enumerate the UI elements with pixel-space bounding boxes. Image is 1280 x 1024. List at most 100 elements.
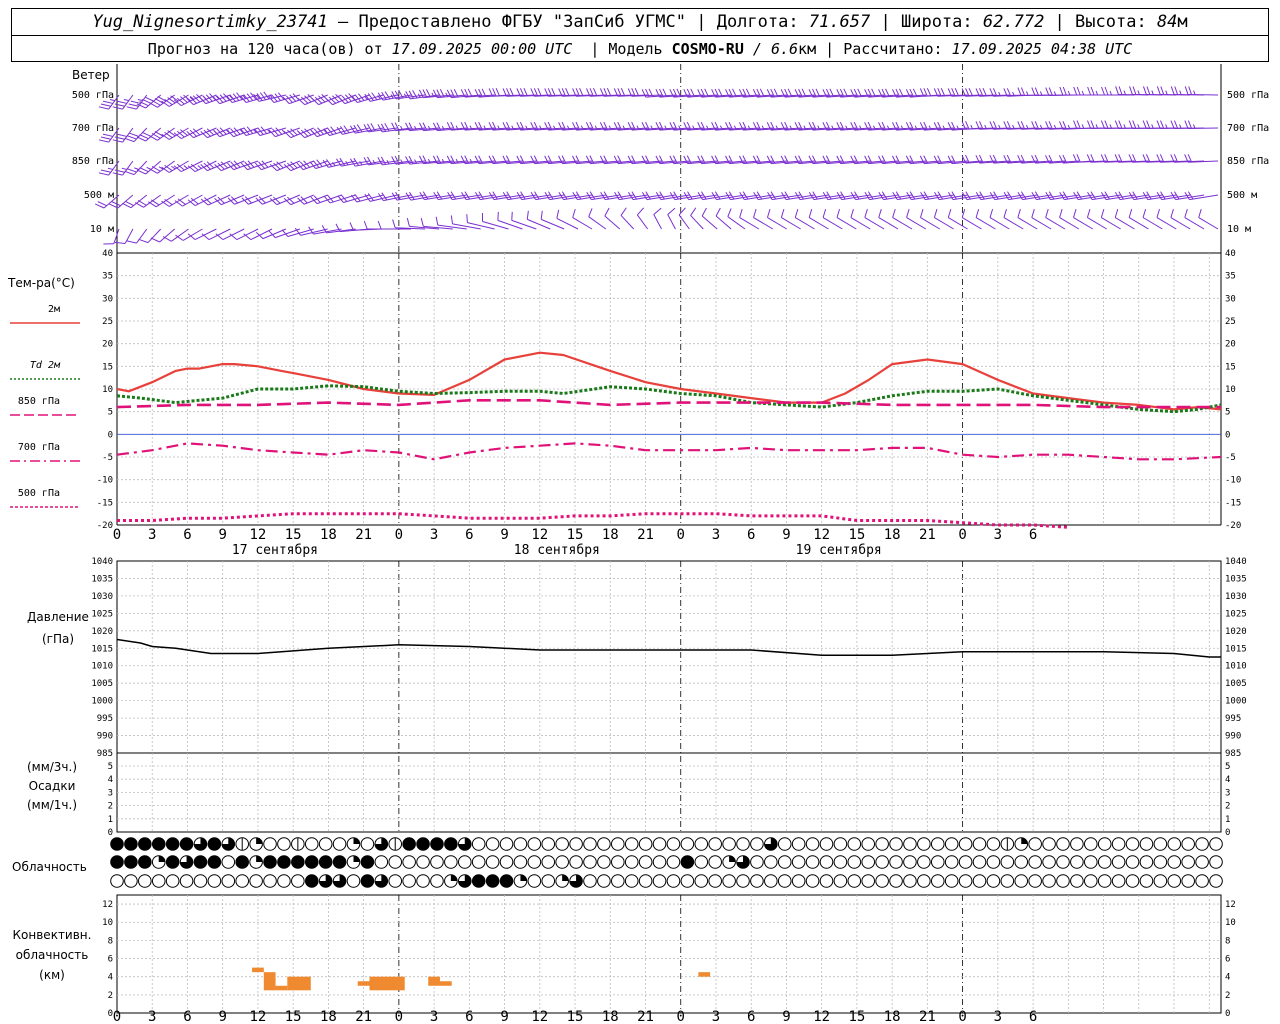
cloud-symbol bbox=[889, 837, 903, 851]
barb-shaft bbox=[1050, 194, 1079, 201]
barb-feather bbox=[822, 208, 827, 218]
cloud-symbol bbox=[151, 874, 166, 888]
cloud-symbol bbox=[1056, 855, 1070, 869]
cloud-circle bbox=[958, 874, 973, 888]
barb-feather bbox=[1101, 86, 1105, 96]
cloud-circle bbox=[611, 874, 625, 888]
barb-half-feather bbox=[441, 158, 445, 164]
barb-shaft bbox=[688, 194, 718, 201]
barb-feather bbox=[1160, 120, 1165, 129]
cloud-symbol bbox=[889, 874, 903, 888]
barb-feather bbox=[114, 103, 125, 107]
cloud-circle bbox=[750, 874, 764, 888]
cloud-symbol bbox=[764, 874, 778, 888]
barb-half-feather bbox=[183, 165, 188, 169]
cloud-symbol bbox=[944, 855, 959, 869]
temp-ytick-left: 0 bbox=[108, 430, 113, 440]
temp-legend-label: 500 гПа bbox=[18, 488, 60, 499]
cloud-circle bbox=[819, 837, 834, 851]
temp-legend-label: Td 2м bbox=[30, 360, 61, 371]
convective-cloud-plot bbox=[252, 967, 711, 991]
cloud-symbol bbox=[402, 837, 416, 851]
cloud-symbol bbox=[541, 874, 556, 888]
cloud-circle bbox=[638, 874, 653, 888]
wind-barb bbox=[1184, 120, 1219, 130]
hour-tick-temp: 12 bbox=[813, 527, 830, 543]
cloud-symbol bbox=[652, 837, 667, 851]
cloud-symbol bbox=[917, 855, 931, 869]
hour-tick-conv: 3 bbox=[148, 1009, 156, 1024]
barb-feather bbox=[162, 236, 172, 242]
wind-barbs bbox=[94, 86, 1219, 245]
cloud-sector bbox=[729, 855, 736, 862]
cloud-symbol bbox=[972, 874, 987, 888]
temp-legend-label: 2м bbox=[48, 304, 60, 315]
cloud-full bbox=[277, 855, 291, 869]
cloud-full bbox=[165, 837, 180, 851]
barb-feather bbox=[1156, 86, 1161, 95]
temp-ytick-right: -5 bbox=[1225, 453, 1236, 463]
conv-bar bbox=[357, 981, 370, 986]
barb-feather bbox=[124, 137, 135, 143]
barb-feather bbox=[1118, 86, 1123, 95]
cloud-circle bbox=[402, 855, 416, 869]
precip-ytick-left: 5 bbox=[108, 762, 113, 772]
cloud-symbol bbox=[1000, 837, 1015, 851]
cloud-sector bbox=[520, 874, 527, 881]
cloud-full bbox=[416, 837, 430, 851]
cloud-circle bbox=[666, 855, 681, 869]
cloud-circle bbox=[124, 874, 138, 888]
barb-half-feather bbox=[455, 158, 459, 164]
cloud-symbol bbox=[597, 837, 611, 851]
cloud-symbol bbox=[1056, 874, 1070, 888]
barb-feather bbox=[464, 88, 469, 98]
cloud-symbol bbox=[764, 837, 778, 851]
barb-feather bbox=[394, 122, 400, 131]
barb-shaft bbox=[1078, 194, 1107, 201]
wind-barb bbox=[135, 194, 162, 208]
cloud-symbol bbox=[485, 874, 500, 888]
barb-shaft bbox=[1036, 194, 1066, 201]
cloud-circle bbox=[1014, 874, 1029, 888]
cloud-symbol bbox=[1153, 837, 1168, 851]
cloud-circle bbox=[235, 874, 250, 888]
temp-ytick-right: 15 bbox=[1225, 362, 1236, 372]
cloud-circle bbox=[1042, 874, 1056, 888]
barb-feather bbox=[112, 139, 123, 143]
barb-feather bbox=[1076, 120, 1081, 129]
cloud-circle bbox=[1195, 837, 1209, 851]
press-ytick-right: 1010 bbox=[1225, 662, 1247, 672]
panel-frames bbox=[116, 64, 1222, 1014]
cloud-symbol bbox=[388, 874, 403, 888]
cloud-symbol bbox=[346, 855, 361, 869]
barb-shaft bbox=[660, 194, 690, 201]
barb-feather bbox=[940, 87, 946, 97]
hour-tick-temp: 9 bbox=[782, 527, 790, 543]
barb-feather bbox=[139, 167, 149, 173]
cloud-circle bbox=[1209, 855, 1223, 869]
conv-bar bbox=[275, 985, 288, 991]
cloud-sector bbox=[158, 855, 166, 862]
hour-tick-conv: 21 bbox=[919, 1009, 936, 1024]
cloud-circle bbox=[805, 837, 820, 851]
precip-ytick-left: 2 bbox=[108, 802, 113, 812]
cloud-circle bbox=[388, 874, 403, 888]
barb-feather bbox=[1184, 208, 1188, 218]
cloud-circle bbox=[652, 837, 667, 851]
barb-shaft bbox=[897, 194, 926, 201]
cloud-symbol bbox=[903, 837, 917, 851]
barb-feather bbox=[1128, 208, 1133, 218]
cloud-symbol bbox=[847, 837, 862, 851]
cloud-circle bbox=[1111, 837, 1126, 851]
barb-half-feather bbox=[427, 125, 431, 131]
cloud-symbol bbox=[750, 855, 764, 869]
cloud-symbol bbox=[624, 874, 639, 888]
wind-barb bbox=[1184, 86, 1219, 96]
wind-barb bbox=[497, 211, 523, 230]
cloud-symbol bbox=[499, 855, 514, 869]
cloud-symbol bbox=[193, 855, 208, 869]
barb-shaft bbox=[136, 228, 148, 244]
cloud-circle bbox=[277, 874, 291, 888]
hour-tick-conv: 18 bbox=[884, 1009, 901, 1024]
cloud-symbol bbox=[666, 837, 681, 851]
